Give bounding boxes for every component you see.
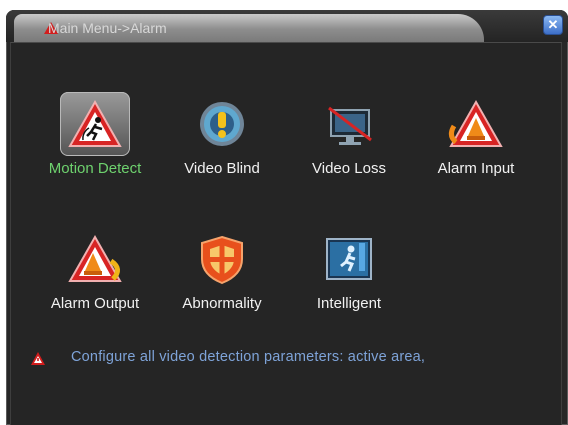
menu-item-label: Alarm Output <box>50 295 140 312</box>
menu-item-label: Video Blind <box>184 160 260 177</box>
menu-item-label: Video Loss <box>312 160 386 177</box>
menu-item-label: Alarm Input <box>437 160 515 177</box>
intelligent-icon <box>326 238 372 280</box>
title-tab: Main Menu->Alarm <box>14 14 484 42</box>
info-text: Configure all video detection parameters… <box>71 349 426 365</box>
video-blind-icon <box>200 102 244 146</box>
warning-triangle-icon <box>31 352 45 365</box>
alarm-output-icon <box>68 234 122 282</box>
menu-item-intelligent[interactable]: Intelligent <box>289 231 409 312</box>
close-icon: ✕ <box>547 17 559 32</box>
motion-detect-icon <box>68 99 122 147</box>
abnormality-icon <box>201 235 243 285</box>
menu-item-video-loss[interactable]: Video Loss <box>289 96 409 177</box>
title-bar[interactable]: Main Menu->Alarm ✕ <box>6 10 568 42</box>
alarm-panel: Motion Detect Video Blind Video Loss Ala… <box>10 42 562 425</box>
window-title: Main Menu->Alarm <box>48 20 167 36</box>
menu-item-label: Abnormality <box>182 295 262 312</box>
menu-item-alarm-output[interactable]: Alarm Output <box>35 231 155 312</box>
menu-item-label: Motion Detect <box>48 160 142 177</box>
menu-item-motion-detect[interactable]: Motion Detect <box>35 92 155 177</box>
close-button[interactable]: ✕ <box>543 15 563 35</box>
video-loss-icon <box>328 106 372 145</box>
menu-item-video-blind[interactable]: Video Blind <box>162 96 282 177</box>
menu-item-alarm-input[interactable]: Alarm Input <box>416 96 536 177</box>
menu-item-abnormality[interactable]: Abnormality <box>162 231 282 312</box>
alarm-menu-window: Main Menu->Alarm ✕ Motion Detect Video B… <box>6 10 568 425</box>
menu-item-label: Intelligent <box>316 295 382 312</box>
info-bar: Configure all video detection parameters… <box>31 349 551 369</box>
alarm-input-icon <box>448 99 503 147</box>
